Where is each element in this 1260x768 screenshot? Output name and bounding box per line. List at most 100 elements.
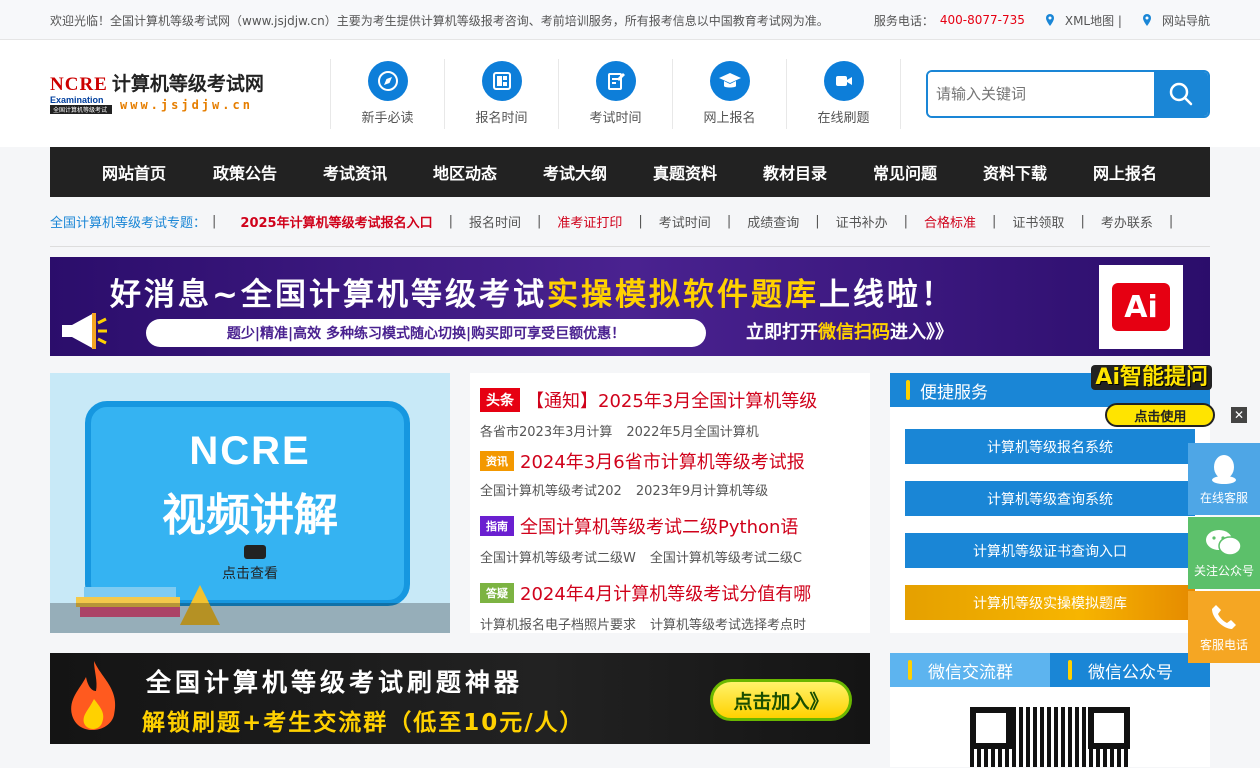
nav-item-online-register[interactable]: 网上报名 [1070,160,1180,184]
video-ncre-text: NCRE [189,429,311,473]
news-title-link[interactable]: 2024年4月计算机等级考试分值有哪 [520,580,811,606]
quick-link-register-time[interactable]: 报名时间 [445,58,559,129]
video-lecture-card[interactable]: NCRE 视频讲解 点击查看 [50,373,450,633]
wechat-icon [1206,529,1242,556]
news-tag: 资讯 [480,451,514,471]
quick-link-practice[interactable]: 在线刷题 [787,58,901,129]
quick-link-label: 考试时间 [589,111,642,126]
float-online-service[interactable]: 在线客服 [1188,443,1260,515]
top-bar: 欢迎光临！全国计算机等级考试网（www.jsjdjw.cn）主要为考生提供计算机… [0,0,1260,40]
topic-link-contact[interactable]: 考办联系 [1101,212,1153,231]
news-sub-link[interactable]: 计算机报名电子档照片要求 [480,614,636,633]
wechat-panel: 微信交流群 微信公众号 [890,653,1210,767]
divider: | [726,214,732,229]
promo-banner-practice[interactable]: 全国计算机等级考试刷题神器 解锁刷题+考生交流群（低至10元/人） 点击加入》 [50,653,870,744]
video-shade [50,603,450,633]
nav-item-syllabus[interactable]: 考试大纲 [520,160,630,184]
site-logo[interactable]: NCRE 计算机等级考试网 Examination 全国计算机等级考试 www.… [50,59,330,129]
banner-headline: 好消息~全国计算机等级考试实操模拟软件题库上线啦！ [110,277,955,313]
topic-link-admission-ticket[interactable]: 准考证打印 [557,212,622,231]
divider: | [212,214,217,229]
quick-link-exam-time[interactable]: 考试时间 [559,58,673,129]
nav-item-textbooks[interactable]: 教材目录 [740,160,850,184]
play-icon [244,545,266,559]
tab-accent [908,660,912,680]
topic-link-certificate-reissue[interactable]: 证书补办 [836,212,888,231]
topic-link-exam-time[interactable]: 考试时间 [659,212,711,231]
tab-wechat-group[interactable]: 微信交流群 [890,653,1050,687]
topic-link-certificate-collect[interactable]: 证书领取 [1012,212,1064,231]
search-input[interactable] [928,71,1154,116]
topic-link-register-time[interactable]: 报名时间 [469,212,521,231]
divider: | [638,214,643,229]
service-button-certificate-query[interactable]: 计算机等级证书查询入口 [905,533,1195,568]
floating-contact-bar: 在线客服 关注公众号 客服电话 [1188,443,1260,665]
divider: | [537,214,542,229]
join-button[interactable]: 点击加入》 [710,679,852,721]
logo-tag: 全国计算机等级考试 [50,105,112,114]
phone-icon [1212,604,1236,629]
topic-link-pass-standard[interactable]: 合格标准 [924,212,976,231]
news-sub-link[interactable]: 全国计算机等级考试二级C [650,547,802,566]
divider: | [448,214,453,229]
divider: | [903,214,909,229]
float-follow-official[interactable]: 关注公众号 [1188,517,1260,589]
ai-assistant-label: Ai智能提问 [1091,365,1212,390]
service-button-practice-bank[interactable]: 计算机等级实操模拟题库 [905,585,1195,620]
quick-link-label: 新手必读 [361,111,414,126]
banner2-line1: 全国计算机等级考试刷题神器 [146,668,524,697]
promo-banner-software[interactable]: 好消息~全国计算机等级考试实操模拟软件题库上线啦！ 题少|精准|高效 多种练习模… [50,257,1210,356]
ai-assistant-badge[interactable]: Ai智能提问 点击使用 [1091,359,1216,427]
float-service-phone[interactable]: 客服电话 [1188,591,1260,663]
nav-item-region[interactable]: 地区动态 [410,160,520,184]
news-sub-link[interactable]: 全国计算机等级考试二级W [480,547,636,566]
quick-link-online-register[interactable]: 网上报名 [673,58,787,129]
nav-item-news[interactable]: 考试资讯 [300,160,410,184]
video-camera-icon [823,61,864,101]
pen-icon [595,61,636,101]
location-pin-icon [1142,14,1151,26]
close-banner-button[interactable]: ✕ [1231,407,1247,423]
news-sub-link[interactable]: 2022年5月全国计算机 [626,421,758,440]
quick-link-beginner[interactable]: 新手必读 [331,58,445,129]
news-sub-link[interactable]: 2023年9月计算机等级 [636,480,768,499]
topic-title: 全国计算机等级考试专题： [50,216,207,231]
news-tag: 头条 [480,388,520,412]
news-sub-link[interactable]: 计算机等级考试选择考点时 [650,614,806,633]
news-sub-link[interactable]: 全国计算机等级考试202 [480,480,622,499]
grid-icon [481,61,522,101]
service-title: 便捷服务 [920,382,988,403]
tab-accent [1068,660,1072,680]
header: NCRE 计算机等级考试网 Examination 全国计算机等级考试 www.… [0,40,1260,147]
search-button[interactable] [1154,71,1208,116]
video-title: 视频讲解 [162,490,338,541]
nav-item-downloads[interactable]: 资料下载 [960,160,1070,184]
quick-link-label: 网上报名 [703,111,756,126]
news-sub-link[interactable]: 各省市2023年3月计算 [480,421,612,440]
site-nav-link[interactable]: 网站导航 [1162,12,1210,29]
news-title-link[interactable]: 全国计算机等级考试二级Python语 [520,513,798,539]
ai-use-button[interactable]: 点击使用 [1105,403,1216,427]
location-pin-icon [1045,14,1054,26]
phone-number: 400-8077-735 [939,13,1025,27]
quick-link-label: 在线刷题 [817,111,870,126]
news-title-link[interactable]: 2024年3月6省市计算机等级考试报 [520,448,805,474]
service-button-register-system[interactable]: 计算机等级报名系统 [905,429,1195,464]
flame-icon [71,661,116,731]
news-title-link[interactable]: 【通知】2025年3月全国计算机等级 [526,387,817,413]
banner-open-text: 立即打开微信扫码进入》》 [746,322,953,343]
nav-item-faq[interactable]: 常见问题 [850,160,960,184]
nav-item-policy[interactable]: 政策公告 [190,160,300,184]
xml-map-link[interactable]: XML地图 | [1065,12,1122,29]
nav-item-past-papers[interactable]: 真题资料 [630,160,740,184]
nav-item-home[interactable]: 网站首页 [80,160,190,184]
news-item: 答疑 2024年4月计算机等级考试分值有哪 计算机报名电子档照片要求 计算机等级考试… [480,580,860,633]
tab-wechat-official[interactable]: 微信公众号 [1050,653,1210,687]
divider: | [1080,214,1085,229]
compass-icon [367,61,408,101]
banner-strip: 题少|精准|高效 多种练习模式随心切换|购买即可享受巨额优惠！ [146,319,706,347]
service-button-query-system[interactable]: 计算机等级查询系统 [905,481,1195,516]
topic-link-score[interactable]: 成绩查询 [747,212,799,231]
quick-links: 新手必读 报名时间 考试时间 网上报名 在线刷题 [330,58,901,129]
topic-link-register-entry[interactable]: 2025年计算机等级考试报名入口 [240,212,432,231]
